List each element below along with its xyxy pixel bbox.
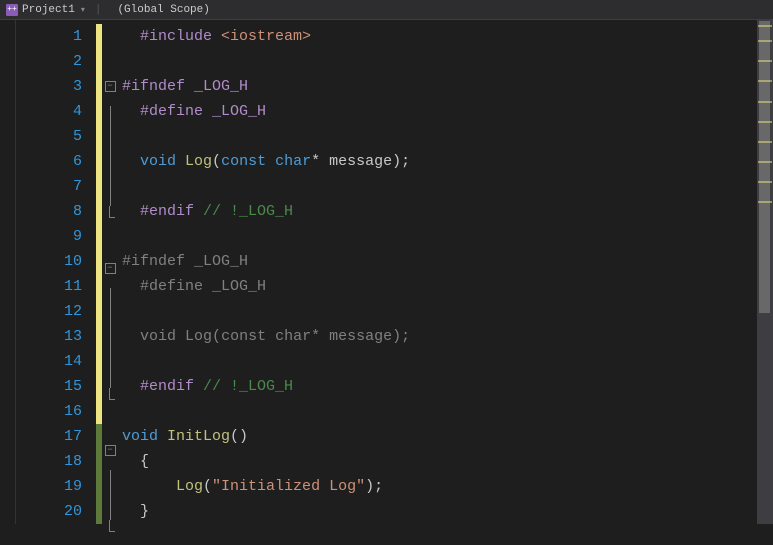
line-number[interactable]: 17 [16, 424, 96, 449]
code-line: { [122, 449, 757, 474]
line-number[interactable]: 20 [16, 499, 96, 524]
fold-guide [110, 156, 111, 181]
fold-guide [110, 106, 111, 131]
line-number-gutter: 1 2 3 4 5 6 7 8 9 10 11 12 13 14 15 16 1… [16, 20, 96, 524]
breadcrumb-scope-label: (Global Scope) [117, 4, 209, 16]
fold-guide [110, 131, 111, 156]
line-number[interactable]: 13 [16, 324, 96, 349]
code-line [122, 399, 757, 424]
code-line: void Log(const char* message); [122, 149, 757, 174]
line-number[interactable]: 6 [16, 149, 96, 174]
code-line: Log("Initialized Log"); [122, 474, 757, 499]
fold-guide [110, 288, 111, 313]
line-number[interactable]: 8 [16, 199, 96, 224]
fold-guide-end [109, 520, 115, 532]
line-number[interactable]: 1 [16, 24, 96, 49]
line-number[interactable]: 3 [16, 74, 96, 99]
code-line: #include <iostream> [122, 24, 757, 49]
code-line: #endif // !_LOG_H [122, 374, 757, 399]
code-line: void InitLog() [122, 424, 757, 449]
line-number[interactable]: 18 [16, 449, 96, 474]
code-line [122, 224, 757, 249]
fold-guide [110, 470, 111, 495]
fold-guide [110, 181, 111, 206]
line-number[interactable]: 10 [16, 249, 96, 274]
line-number[interactable]: 19 [16, 474, 96, 499]
fold-guide-end [109, 206, 115, 218]
code-line: #ifndef _LOG_H [122, 249, 757, 274]
fold-toggle[interactable]: − [105, 445, 116, 456]
line-number[interactable]: 4 [16, 99, 96, 124]
breadcrumb-scope[interactable]: (Global Scope) [105, 0, 773, 19]
fold-guide [110, 363, 111, 388]
line-number[interactable]: 14 [16, 349, 96, 374]
code-line [122, 49, 757, 74]
line-number[interactable]: 15 [16, 374, 96, 399]
breadcrumb-project[interactable]: ++ Project1 [0, 0, 81, 19]
line-number[interactable]: 16 [16, 399, 96, 424]
line-number[interactable]: 11 [16, 274, 96, 299]
breadcrumb-project-label: Project1 [22, 4, 75, 16]
code-line [122, 174, 757, 199]
code-line: #endif // !_LOG_H [122, 199, 757, 224]
line-number[interactable]: 2 [16, 49, 96, 74]
margin-indicator [0, 20, 16, 524]
vertical-scrollbar[interactable] [757, 20, 773, 524]
fold-guide-end [109, 388, 115, 400]
code-line [122, 349, 757, 374]
code-line: #define _LOG_H [122, 274, 757, 299]
line-number[interactable]: 12 [16, 299, 96, 324]
fold-guide [110, 338, 111, 363]
code-line: #ifndef _LOG_H [122, 74, 757, 99]
fold-toggle[interactable]: − [105, 81, 116, 92]
chevron-down-icon[interactable]: ▾ [81, 5, 85, 15]
code-line: void Log(const char* message); [122, 324, 757, 349]
code-line: #define _LOG_H [122, 99, 757, 124]
code-line [122, 299, 757, 324]
cpp-project-icon: ++ [6, 4, 18, 16]
fold-guide [110, 313, 111, 338]
code-editor[interactable]: #include <iostream> #ifndef _LOG_H #defi… [118, 20, 757, 524]
outlining-gutter: − − − [102, 20, 118, 524]
fold-toggle[interactable]: − [105, 263, 116, 274]
editor-area: 1 2 3 4 5 6 7 8 9 10 11 12 13 14 15 16 1… [0, 20, 773, 524]
fold-guide [110, 495, 111, 520]
breadcrumb-bar: ++ Project1 ▾ | (Global Scope) [0, 0, 773, 20]
breadcrumb-separator: | [91, 4, 106, 16]
scroll-marks [757, 20, 773, 524]
line-number[interactable]: 5 [16, 124, 96, 149]
line-number[interactable]: 7 [16, 174, 96, 199]
code-line [122, 124, 757, 149]
code-line: } [122, 499, 757, 524]
line-number[interactable]: 9 [16, 224, 96, 249]
